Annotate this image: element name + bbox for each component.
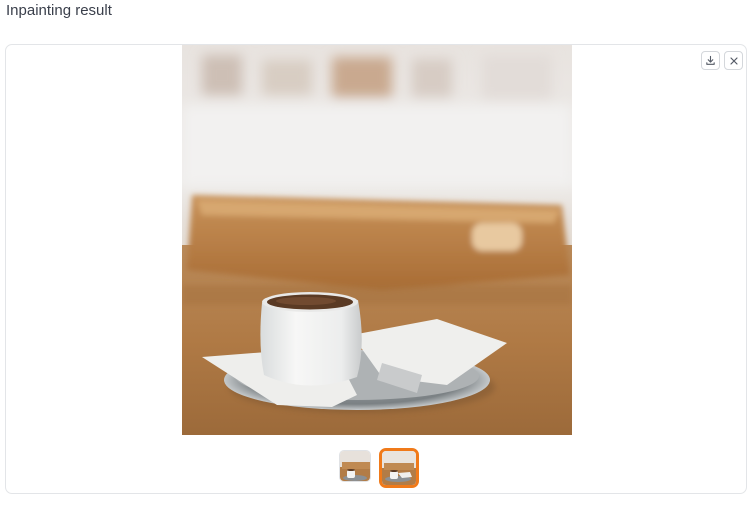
coffee-photo (182, 45, 572, 435)
close-icon (729, 56, 738, 65)
component-label: Inpainting result (6, 2, 112, 19)
thumbnail-2-selected[interactable] (379, 448, 419, 488)
thumbnail-image (340, 451, 370, 481)
download-icon (706, 55, 715, 65)
close-button[interactable] (724, 51, 743, 70)
gallery-panel (5, 44, 747, 494)
thumbnail-image (382, 451, 416, 485)
download-button[interactable] (701, 51, 720, 70)
thumbnail-1[interactable] (339, 450, 371, 482)
main-image[interactable] (182, 45, 572, 435)
